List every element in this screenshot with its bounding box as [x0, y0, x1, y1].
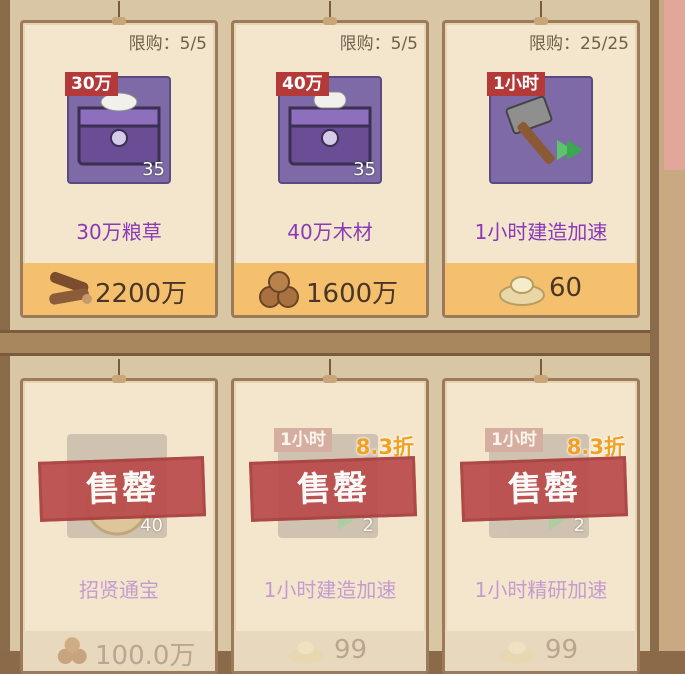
- purchase-limit: 限购：25/25: [529, 34, 629, 54]
- purchase-limit: 限购：5/5: [128, 34, 207, 54]
- item-name: 1小时建造加速: [474, 220, 608, 244]
- item-name: 40万木材: [287, 220, 373, 244]
- item-icon-chest: 40万 35: [276, 72, 382, 184]
- item-name: 1小时精研加速: [474, 578, 608, 602]
- hanging-knot: [112, 375, 126, 383]
- shop-card-recruit-token[interactable]: 40 售罄 招贤通宝 100.0万: [20, 359, 218, 674]
- shelf-frame-left: [0, 0, 10, 651]
- shop-card-grain[interactable]: 限购：5/5 30万 35 30万粮草 2200万: [20, 1, 218, 318]
- sold-out-stamp: 售罄: [460, 456, 628, 522]
- price-button: 100.0万: [23, 631, 215, 671]
- logs-icon: [49, 271, 92, 305]
- amount-tag: 40万: [276, 72, 329, 96]
- silver-ingot-icon: [499, 641, 535, 664]
- shelf-frame-post: [650, 0, 659, 651]
- duration-tag: 1小时: [487, 72, 545, 96]
- item-quantity: 35: [353, 159, 376, 180]
- wood-bundle-icon: [57, 637, 87, 664]
- purchase-limit: 限购：5/5: [339, 34, 418, 54]
- price-value: 60: [549, 273, 583, 303]
- price-button[interactable]: 60: [445, 263, 637, 315]
- price-button: 99: [445, 631, 637, 671]
- side-ribbon: [664, 0, 685, 170]
- price-value: 99: [334, 635, 368, 665]
- shop-card-build-speedup[interactable]: 限购：25/25 1小时 1小时建造加速 60: [442, 1, 640, 318]
- price-value: 1600万: [306, 279, 399, 309]
- price-button[interactable]: 2200万: [23, 263, 215, 315]
- silver-ingot-icon: [288, 641, 324, 664]
- item-icon-hammer: 1小时: [487, 72, 593, 184]
- shop-card-research-speedup-discount[interactable]: 1小时 2 8.3折 售罄 1小时精研加速 99: [442, 359, 640, 674]
- item-quantity: 35: [142, 159, 165, 180]
- hanging-knot: [323, 17, 337, 25]
- item-quantity: 2: [573, 515, 585, 536]
- shop-card-wood[interactable]: 限购：5/5 40万 35 40万木材 1600万: [231, 1, 429, 318]
- item-name: 招贤通宝: [79, 578, 159, 602]
- item-quantity: 2: [362, 515, 374, 536]
- item-name: 30万粮草: [76, 220, 162, 244]
- item-icon-chest: 30万 35: [65, 72, 171, 184]
- price-button[interactable]: 1600万: [234, 263, 426, 315]
- hanging-knot: [534, 375, 548, 383]
- item-name: 1小时建造加速: [263, 578, 397, 602]
- price-value: 99: [545, 635, 579, 665]
- sold-out-label: 售罄: [85, 467, 159, 511]
- price-value: 100.0万: [95, 641, 196, 671]
- sold-out-stamp: 售罄: [38, 456, 206, 522]
- hanging-knot: [112, 17, 126, 25]
- price-button: 99: [234, 631, 426, 671]
- price-value: 2200万: [95, 279, 188, 309]
- amount-tag: 30万: [65, 72, 118, 96]
- wood-bundle-icon: [259, 271, 299, 308]
- hanging-knot: [534, 17, 548, 25]
- shop-card-build-speedup-discount[interactable]: 1小时 2 8.3折 售罄 1小时建造加速 99: [231, 359, 429, 674]
- sold-out-label: 售罄: [507, 467, 581, 511]
- sold-out-stamp: 售罄: [249, 456, 417, 522]
- duration-tag: 1小时: [485, 428, 543, 452]
- sold-out-label: 售罄: [296, 467, 370, 511]
- silver-ingot-icon: [499, 276, 545, 306]
- duration-tag: 1小时: [274, 428, 332, 452]
- hanging-knot: [323, 375, 337, 383]
- shelf-divider: [0, 330, 650, 356]
